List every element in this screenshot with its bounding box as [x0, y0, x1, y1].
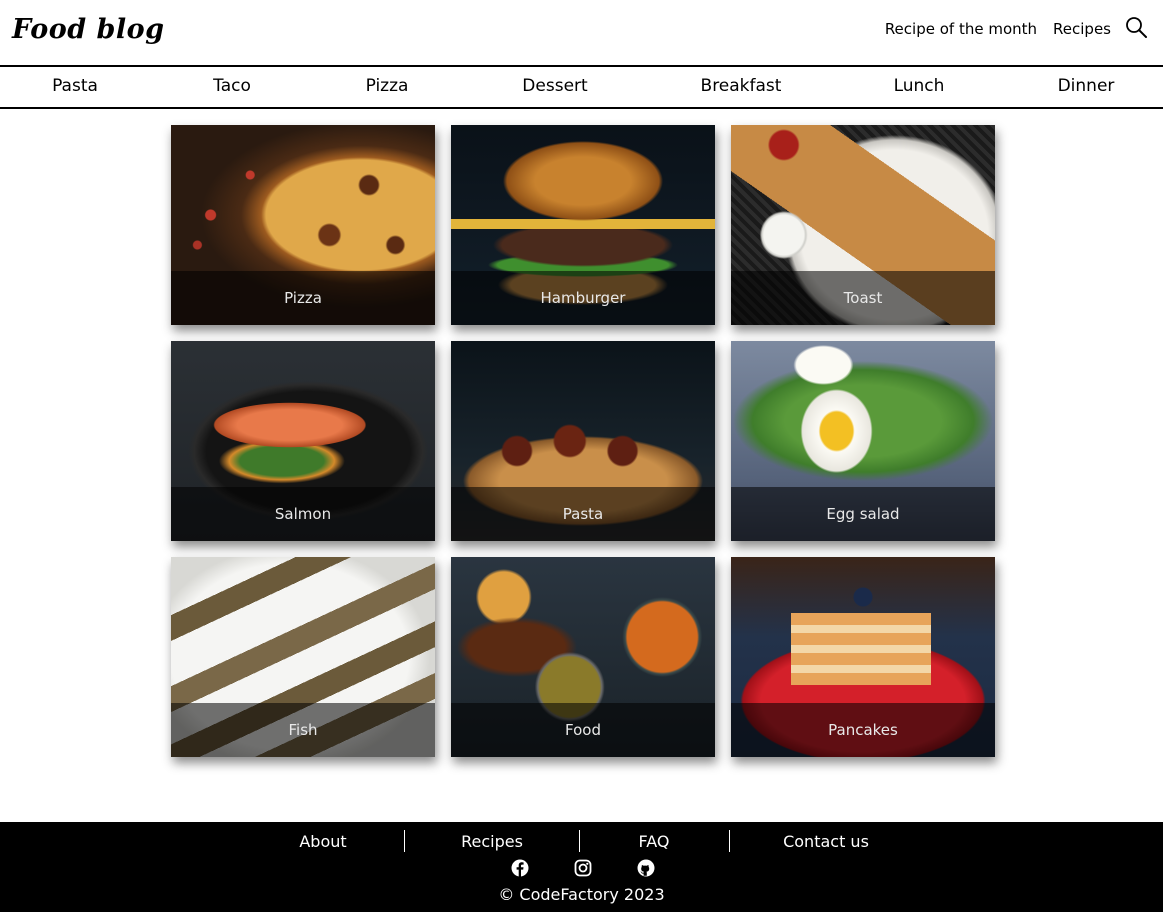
github-icon[interactable] — [637, 859, 655, 877]
footer-divider — [579, 830, 580, 852]
category-pizza[interactable]: Pizza — [366, 76, 409, 96]
recipe-card-toast[interactable]: Toast — [731, 125, 995, 325]
card-label: Salmon — [274, 505, 332, 523]
footer-link-contact-us[interactable]: Contact us — [783, 832, 869, 851]
site-logo[interactable]: Food blog — [12, 14, 165, 45]
card-label: Food — [565, 721, 601, 739]
top-bar: Food blog Recipe of the month Recipes — [0, 0, 1163, 65]
footer-divider — [404, 830, 405, 852]
recipe-card-pizza[interactable]: Pizza — [171, 125, 435, 325]
nav-recipe-of-the-month[interactable]: Recipe of the month — [885, 20, 1037, 38]
footer-divider — [729, 830, 730, 852]
copyright-text: © CodeFactory 2023 — [498, 885, 665, 904]
card-label: Fish — [288, 721, 318, 739]
category-dinner[interactable]: Dinner — [1058, 76, 1115, 96]
category-dessert[interactable]: Dessert — [522, 76, 587, 96]
recipe-card-fish[interactable]: Fish — [171, 557, 435, 757]
recipe-card-food[interactable]: Food — [451, 557, 715, 757]
nav-recipes[interactable]: Recipes — [1053, 20, 1111, 38]
top-nav: Recipe of the month Recipes — [885, 20, 1111, 38]
category-nav: Pasta Taco Pizza Dessert Breakfast Lunch… — [0, 65, 1163, 109]
category-pasta[interactable]: Pasta — [52, 76, 98, 96]
recipe-card-pasta[interactable]: Pasta — [451, 341, 715, 541]
card-label: Hamburger — [540, 289, 626, 307]
category-breakfast[interactable]: Breakfast — [701, 76, 782, 96]
card-label: Pizza — [284, 289, 322, 307]
card-label: Pancakes — [828, 721, 898, 739]
recipe-card-hamburger[interactable]: Hamburger — [451, 125, 715, 325]
category-taco[interactable]: Taco — [213, 76, 251, 96]
footer-link-about[interactable]: About — [299, 832, 346, 851]
footer: About Recipes FAQ Contact us © CodeFacto… — [0, 822, 1163, 912]
card-label: Egg salad — [826, 505, 900, 523]
recipe-card-salmon[interactable]: Salmon — [171, 341, 435, 541]
search-icon[interactable] — [1125, 16, 1149, 40]
footer-link-faq[interactable]: FAQ — [639, 832, 670, 851]
card-label: Pasta — [562, 505, 604, 523]
instagram-icon[interactable] — [574, 859, 592, 877]
footer-link-recipes[interactable]: Recipes — [461, 832, 523, 851]
card-label: Toast — [843, 289, 883, 307]
recipe-card-egg-salad[interactable]: Egg salad — [731, 341, 995, 541]
facebook-icon[interactable] — [511, 859, 529, 877]
recipe-card-pancakes[interactable]: Pancakes — [731, 557, 995, 757]
category-lunch[interactable]: Lunch — [894, 76, 945, 96]
